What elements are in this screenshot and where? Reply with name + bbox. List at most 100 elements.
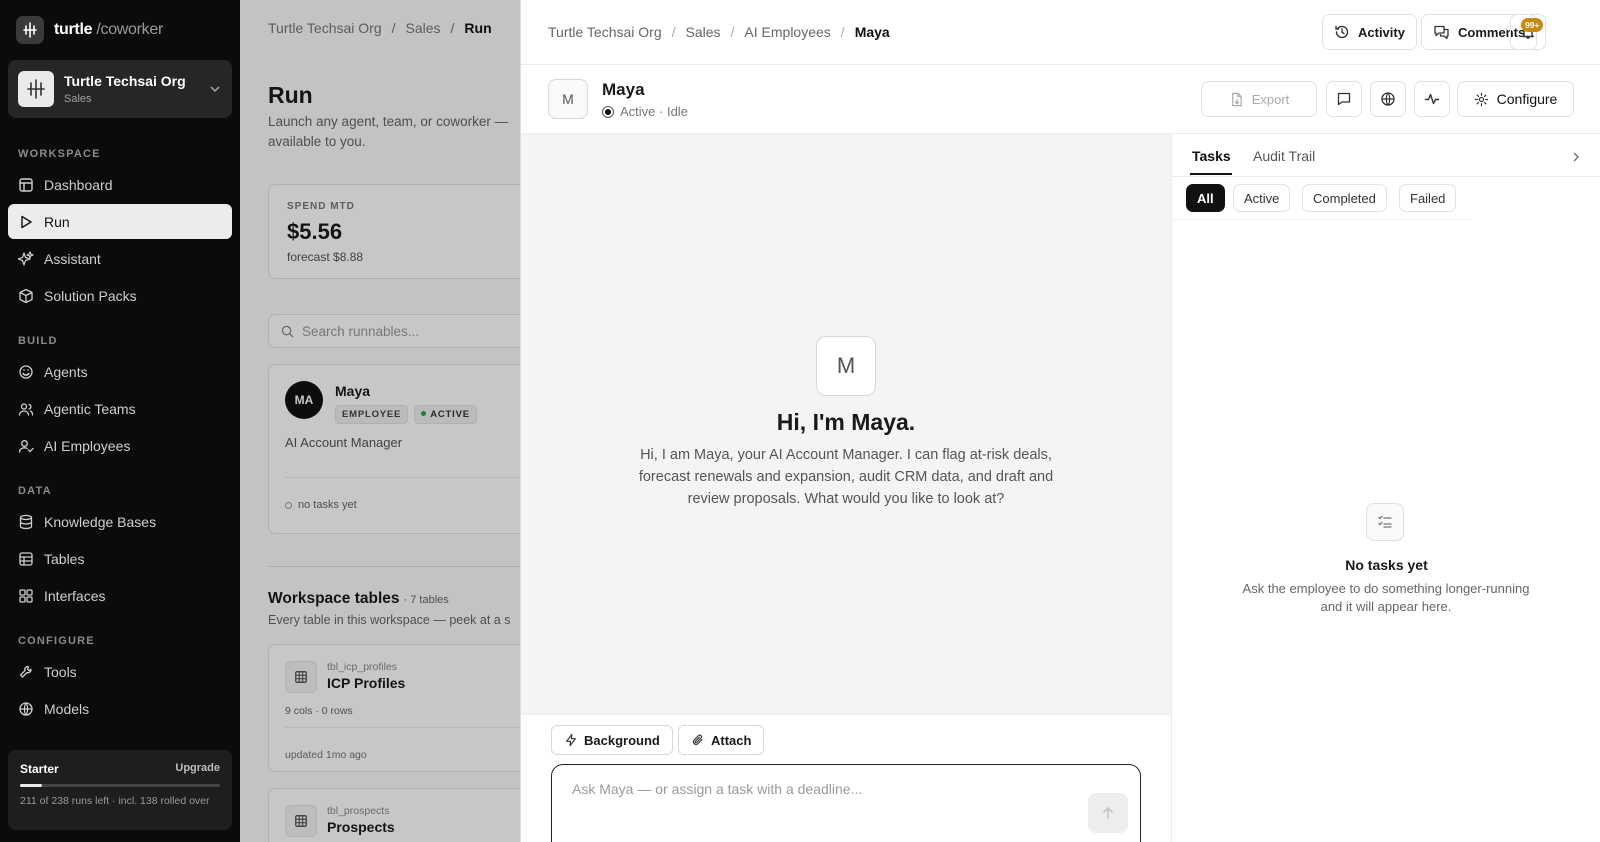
breadcrumb-separator: /	[840, 24, 845, 40]
breadcrumb-item[interactable]: Turtle Techsai Org	[548, 24, 662, 40]
sidebar-item-label: Run	[44, 213, 70, 230]
tools-icon	[19, 665, 32, 678]
sidebar-item-interfaces[interactable]: Interfaces	[8, 578, 232, 613]
breadcrumb-separator: /	[671, 24, 676, 40]
filter-completed[interactable]: Completed	[1302, 184, 1387, 212]
breadcrumb-separator: /	[730, 24, 735, 40]
sidebar-item-label: Agentic Teams	[44, 400, 136, 417]
divider	[521, 64, 1600, 65]
pulse-icon	[1424, 93, 1440, 105]
models-icon	[19, 701, 33, 716]
section-label-data: DATA	[18, 485, 52, 497]
employee-avatar: M	[548, 79, 588, 119]
chevron-right-icon[interactable]	[1569, 150, 1583, 164]
notification-count-badge: 99+	[1521, 18, 1544, 32]
sidebar-item-tables[interactable]: Tables	[8, 541, 232, 576]
logo-text: turtle /coworker	[54, 21, 164, 38]
divider	[1172, 219, 1472, 220]
gear-icon	[1474, 92, 1488, 106]
activity-graph-button[interactable]	[1414, 81, 1450, 117]
org-name: Turtle Techsai Org	[64, 73, 186, 89]
active-tab-indicator	[1190, 173, 1232, 175]
attach-button[interactable]: Attach	[678, 725, 765, 755]
database-icon	[19, 514, 33, 529]
filter-failed[interactable]: Failed	[1399, 184, 1457, 212]
sidebar-item-label: Dashboard	[44, 176, 113, 193]
message-composer[interactable]	[551, 764, 1141, 842]
tab-tasks[interactable]: Tasks	[1192, 148, 1231, 164]
sidebar-item-models[interactable]: Models	[8, 691, 232, 726]
section-label-build: BUILD	[18, 335, 58, 347]
employee-panel: Turtle Techsai Org / Sales / AI Employees /…	[520, 0, 1600, 842]
chat-greeting: Hi, I'm Maya.	[776, 409, 916, 435]
sidebar-item-agentic-teams[interactable]: Agentic Teams	[8, 391, 232, 426]
sidebar-item-label: Assistant	[44, 250, 101, 267]
export-label: Export	[1251, 91, 1290, 107]
breadcrumb-item[interactable]: AI Employees	[744, 24, 830, 40]
sidebar-item-tools[interactable]: Tools	[8, 654, 232, 689]
table-icon	[19, 551, 33, 566]
sparkle-icon	[18, 250, 34, 266]
task-list-icon	[1366, 503, 1404, 541]
empty-state-title: No tasks yet	[1345, 557, 1428, 573]
chat-area: M Hi, I'm Maya. Hi, I am Maya, your AI A…	[521, 134, 1171, 714]
sidebar-item-ai-employees[interactable]: AI Employees	[8, 428, 232, 463]
divider	[1171, 134, 1172, 842]
sidebar-item-knowledge-bases[interactable]: Knowledge Bases	[8, 504, 232, 539]
configure-button[interactable]: Configure	[1457, 81, 1574, 117]
web-button[interactable]	[1370, 81, 1406, 117]
sidebar: turtle /coworker Turtle Techsai Org Sale…	[0, 0, 240, 842]
activity-button[interactable]: Activity	[1322, 14, 1417, 50]
sidebar-item-solution-packs[interactable]: Solution Packs	[8, 278, 232, 313]
plan-usage-text: 211 of 238 runs left · incl. 138 rolled …	[20, 795, 210, 807]
background-button[interactable]: Background	[551, 725, 673, 755]
upgrade-link[interactable]: Upgrade	[175, 762, 220, 776]
filter-active[interactable]: Active	[1233, 184, 1291, 212]
sidebar-item-label: Agents	[44, 363, 88, 380]
dashboard-icon	[19, 177, 33, 192]
sidebar-item-dashboard[interactable]: Dashboard	[8, 167, 232, 202]
configure-label: Configure	[1496, 91, 1558, 107]
file-export-icon	[1231, 92, 1242, 106]
plan-usage-fill	[20, 784, 42, 787]
app-logo[interactable]: turtle /coworker	[16, 16, 163, 44]
sidebar-item-assistant[interactable]: Assistant	[8, 241, 232, 276]
modal-backdrop[interactable]	[240, 0, 520, 842]
chat-intro: Hi, I am Maya, your AI Account Manager. …	[638, 447, 1054, 507]
send-button[interactable]	[1088, 793, 1128, 833]
sidebar-item-label: Tables	[44, 550, 85, 567]
filter-all[interactable]: All	[1186, 184, 1225, 212]
breadcrumb-item[interactable]: Sales	[686, 24, 721, 40]
panel-breadcrumb: Turtle Techsai Org / Sales / AI Employees /…	[548, 24, 890, 40]
comments-icon	[1434, 25, 1449, 40]
breadcrumb-current: Maya	[854, 24, 890, 40]
agent-icon	[19, 364, 33, 379]
sidebar-item-agents[interactable]: Agents	[8, 354, 232, 389]
message-input[interactable]	[572, 781, 1052, 821]
chat-button[interactable]	[1326, 81, 1362, 117]
play-icon	[21, 215, 32, 228]
activity-label: Activity	[1358, 24, 1405, 40]
sidebar-item-label: Models	[44, 700, 90, 717]
employee-status-text: Active · Idle	[620, 104, 688, 119]
org-avatar	[18, 71, 54, 107]
export-button[interactable]: Export	[1201, 81, 1317, 117]
org-switcher[interactable]: Turtle Techsai Org Sales	[8, 60, 232, 118]
section-label-workspace: WORKSPACE	[18, 148, 101, 160]
sidebar-item-run[interactable]: Run	[8, 204, 232, 239]
sidebar-item-label: Solution Packs	[44, 287, 137, 304]
paperclip-icon	[692, 734, 703, 745]
message-icon	[1337, 92, 1351, 106]
sidebar-item-label: Knowledge Bases	[44, 513, 157, 530]
history-icon	[1335, 25, 1349, 39]
plan-name: Starter	[20, 762, 59, 776]
user-check-icon	[18, 439, 34, 453]
background-label: Background	[584, 732, 660, 748]
users-icon	[18, 402, 34, 416]
empty-state-description: Ask the employee to do something longer-…	[1242, 581, 1530, 614]
package-icon	[19, 288, 33, 303]
bolt-icon	[566, 733, 576, 747]
sidebar-item-label: AI Employees	[44, 437, 131, 454]
tab-audit-trail[interactable]: Audit Trail	[1253, 148, 1315, 164]
sidebar-item-label: Interfaces	[44, 587, 106, 604]
